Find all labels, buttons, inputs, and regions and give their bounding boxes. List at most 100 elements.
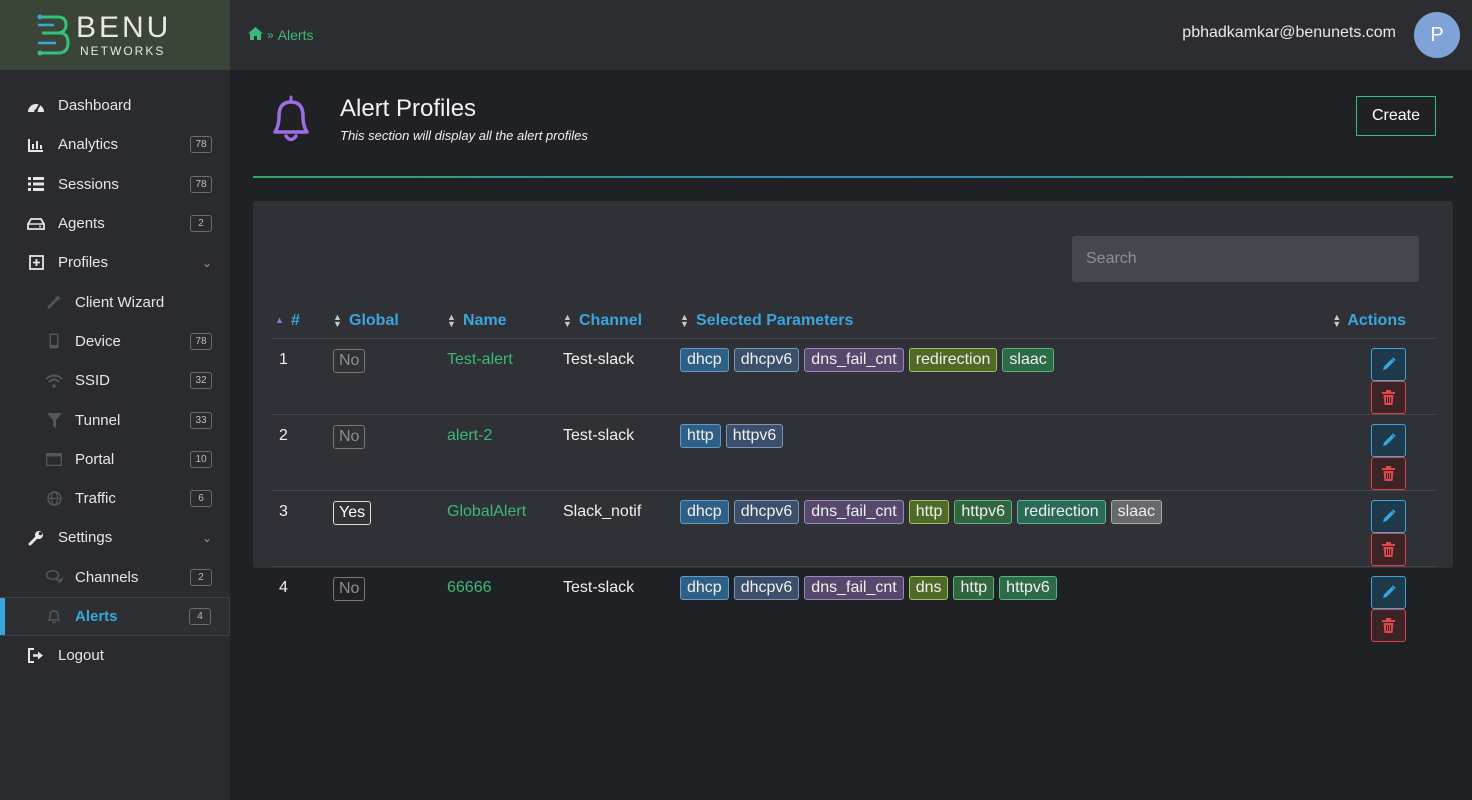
sidebar-item-dashboard[interactable]: Dashboard [0,86,230,125]
home-icon[interactable] [248,27,263,43]
create-button[interactable]: Create [1356,96,1436,136]
pencil-icon [1382,357,1396,370]
globe-icon [44,489,64,509]
top-bar: » Alerts pbhadkamkar@benunets.com P [230,0,1472,70]
global-badge: No [333,424,366,449]
brand-logo[interactable]: BENU NETWORKS [0,0,230,70]
column-header-label: Global [349,311,399,329]
sidebar-item-label: Portal [75,450,115,468]
chevron-down-icon[interactable]: ⌄ [202,256,212,270]
sidebar-item-sessions[interactable]: Sessions 78 [0,165,230,204]
sidebar-item-device[interactable]: Device 78 [0,322,230,361]
sort-icon: ▲ ▼ [1332,311,1342,329]
sidebar-item-agents[interactable]: Agents 2 [0,204,230,243]
sidebar-item-channels[interactable]: Channels 2 [0,558,230,597]
user-email[interactable]: pbhadkamkar@benunets.com [1182,24,1396,42]
param-tag: redirection [1016,499,1106,524]
delete-button[interactable] [1371,380,1406,414]
edit-button[interactable] [1371,499,1406,533]
param-tag: dns_fail_cnt [804,575,904,600]
sidebar-item-portal[interactable]: Portal 10 [0,440,230,479]
benu-logo-icon [37,14,70,56]
param-tag: httpv6 [954,499,1012,524]
sidebar-item-settings[interactable]: Settings ⌄ [0,518,230,557]
delete-button[interactable] [1371,456,1406,490]
wand-icon [44,292,64,312]
actions-cell [1326,566,1436,642]
sort-icon: ▲ ▼ [447,311,456,329]
column-header-selected-parameters[interactable]: ▲ ▼ Selected Parameters [676,304,1326,339]
sidebar-item-tunnel[interactable]: Tunnel 33 [0,400,230,439]
sidebar-item-profiles[interactable]: Profiles ⌄ [0,243,230,282]
delete-button[interactable] [1371,608,1406,642]
global-badge: No [333,576,366,601]
drive-icon [26,214,46,234]
window-icon [44,449,64,469]
wrench-icon [26,528,46,548]
sidebar-item-label: Device [75,332,121,350]
alert-name-link[interactable]: GlobalAlert [447,503,526,520]
breadcrumb-current[interactable]: Alerts [278,27,314,43]
sidebar-item-label: Logout [58,647,104,665]
channel-cell: Slack_notif [559,490,676,567]
edit-button[interactable] [1371,347,1406,381]
page-subtitle: This section will display all the alert … [340,128,588,143]
alert-name-link[interactable]: 66666 [447,579,492,596]
column-header-name[interactable]: ▲ ▼ Name [443,304,559,339]
bar-chart-icon [26,135,46,155]
sidebar: BENU NETWORKS Dashboard Analytics 78 Ses… [0,0,230,800]
column-header-channel[interactable]: ▲ ▼ Channel [559,304,676,339]
count-badge: 32 [190,372,212,390]
sidebar-item-logout[interactable]: Logout [0,636,230,675]
delete-button[interactable] [1371,532,1406,566]
column-header-num[interactable]: ▲ # [271,304,329,339]
trash-icon [1382,541,1395,557]
sidebar-item-label: Sessions [58,175,119,193]
bell-icon [44,607,64,627]
chat-icon [44,567,64,587]
row-number: 1 [271,338,329,415]
pencil-icon [1382,585,1396,598]
column-header-global[interactable]: ▲ ▼ Global [329,304,443,339]
search-input[interactable] [1072,236,1419,282]
edit-button[interactable] [1371,423,1406,457]
chevron-down-icon[interactable]: ⌄ [202,531,212,545]
column-header-label: Selected Parameters [696,311,854,329]
trash-icon [1382,617,1395,633]
column-header-actions[interactable]: ▲ ▼ Actions [1326,304,1436,339]
sidebar-item-label: Dashboard [58,97,132,115]
alert-name-link[interactable]: alert-2 [447,427,492,444]
actions-cell [1326,414,1436,491]
sidebar-item-label: Tunnel [75,411,121,429]
param-tag: dns_fail_cnt [804,347,904,372]
param-tag: dhcp [680,575,729,600]
sidebar-item-alerts[interactable]: Alerts 4 [0,596,230,637]
param-tag: http [953,575,995,600]
sidebar-item-client-wizard[interactable]: Client Wizard [0,282,230,321]
avatar[interactable]: P [1414,12,1460,58]
row-number: 2 [271,414,329,491]
row-number: 4 [279,578,288,596]
sidebar-item-analytics[interactable]: Analytics 78 [0,125,230,164]
sidebar-item-ssid[interactable]: SSID 32 [0,361,230,400]
alerts-table: ▲ # ▲ ▼ Global ▲ ▼ Name ▲ ▼ Channel ▲ ▼ Selected … [271,304,1436,642]
sidebar-item-traffic[interactable]: Traffic 6 [0,479,230,518]
sort-icon: ▲ ▼ [563,311,572,329]
sidebar-item-label: Profiles [58,254,109,272]
breadcrumb-separator-icon: » [267,28,274,42]
param-tag: dns_fail_cnt [804,499,904,524]
edit-button[interactable] [1371,575,1406,609]
brand-sub: NETWORKS [80,44,166,58]
dashboard-icon [26,96,46,116]
page-title: Alert Profiles [340,95,477,122]
param-tag: dhcp [680,499,729,524]
bell-icon [273,95,309,142]
alert-name-link[interactable]: Test-alert [447,351,513,368]
param-tag: dhcpv6 [733,499,800,524]
list-icon [26,174,46,194]
sidebar-item-label: Channels [75,568,139,586]
sort-asc-icon: ▲ [275,315,284,326]
alerts-table-card: ▲# ▲▼Global ▲▼Name ▲▼Channel ▲▼Selected … [253,201,1453,642]
sidebar-item-label: Client Wizard [75,293,165,311]
global-cell: No [329,338,443,415]
